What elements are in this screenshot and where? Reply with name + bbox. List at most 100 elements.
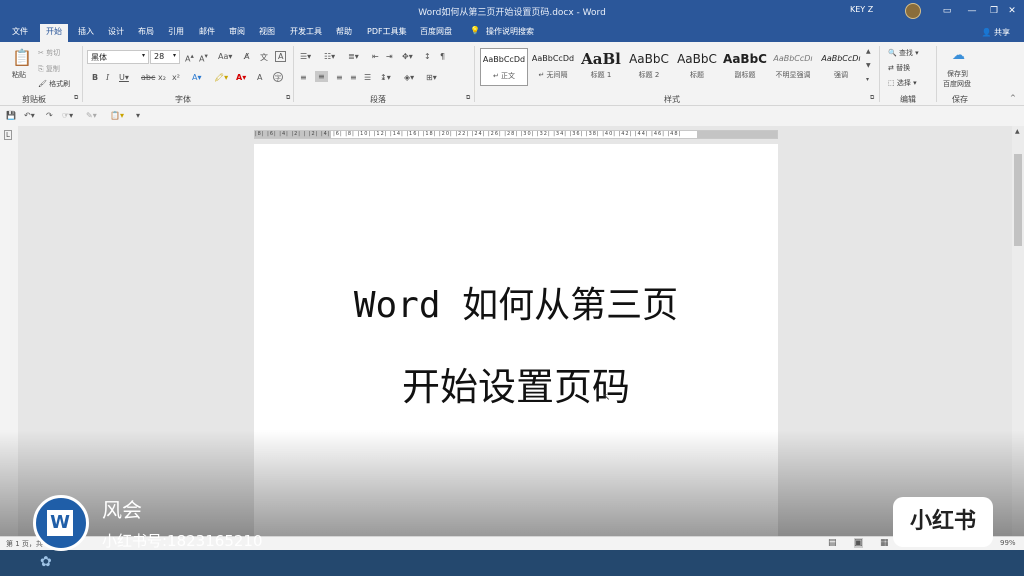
phonetic-guide-icon[interactable]: 文: [260, 52, 268, 63]
font-name-select[interactable]: 黑体 ▾: [87, 50, 149, 64]
tab-review[interactable]: 审阅: [229, 26, 245, 37]
tell-me-search[interactable]: 操作说明搜索: [486, 26, 534, 37]
print-layout-icon[interactable]: ▣: [854, 538, 863, 548]
line-spacing-icon[interactable]: ↨▾: [380, 73, 391, 82]
style-subtitle[interactable]: AaBbC 副标题: [721, 48, 769, 86]
scroll-up-icon[interactable]: ▲: [1015, 128, 1020, 135]
tab-file[interactable]: 文件: [12, 26, 28, 37]
taskbar-app-icon[interactable]: ✿: [40, 554, 52, 570]
styles-more-icon[interactable]: ▾: [866, 76, 869, 83]
grow-font-icon[interactable]: A▴: [185, 52, 194, 64]
tab-home[interactable]: 开始: [40, 24, 68, 42]
paste-icon[interactable]: 📋: [12, 48, 32, 67]
chinese-layout-icon[interactable]: ✥▾: [402, 52, 413, 61]
sort-icon[interactable]: ↕: [424, 52, 431, 61]
tab-pdf-tools[interactable]: PDF工具集: [367, 26, 407, 37]
cut-button[interactable]: ✂ 剪切: [38, 48, 60, 58]
style-subtle-emphasis[interactable]: AaBbCcDı 不明显强调: [769, 48, 817, 86]
tab-baidu-netdisk[interactable]: 百度网盘: [420, 26, 452, 37]
touch-mode-icon[interactable]: ☞▾: [62, 111, 73, 120]
align-left-icon[interactable]: ≡: [300, 73, 307, 82]
customize-qat-icon[interactable]: ▾: [136, 111, 140, 120]
increase-indent-icon[interactable]: ⇥: [386, 52, 393, 61]
cloud-save-icon[interactable]: ☁: [952, 48, 965, 63]
character-border-icon[interactable]: A: [275, 51, 287, 62]
dialog-launcher-icon[interactable]: ⧉: [286, 94, 290, 102]
show-marks-icon[interactable]: ¶: [440, 52, 445, 61]
tab-design[interactable]: 设计: [108, 26, 124, 37]
user-avatar[interactable]: [905, 3, 921, 19]
redo-icon[interactable]: ↷: [46, 111, 53, 120]
style-heading-2[interactable]: AaBbC 标题 2: [625, 48, 673, 86]
shading-icon[interactable]: ◈▾: [404, 73, 414, 82]
underline-icon[interactable]: U▾: [119, 73, 129, 82]
shrink-font-icon[interactable]: A▾: [199, 52, 208, 64]
italic-icon[interactable]: I: [106, 73, 109, 82]
subscript-icon[interactable]: x₂: [158, 73, 166, 82]
tab-layout[interactable]: 布局: [138, 26, 154, 37]
document-title-line2[interactable]: 开始设置页码: [254, 356, 778, 411]
change-case-icon[interactable]: Aa▾: [218, 52, 232, 61]
user-name[interactable]: KEY Z: [850, 5, 873, 14]
superscript-icon[interactable]: x²: [172, 73, 180, 82]
character-shading-icon[interactable]: A: [257, 73, 262, 82]
tab-developer[interactable]: 开发工具: [290, 26, 322, 37]
horizontal-ruler[interactable]: |8| |6| |4| |2| | |2| |4| |6| |8| |10| |…: [254, 130, 778, 139]
tab-selector-icon[interactable]: L: [4, 130, 12, 140]
select-button[interactable]: ⬚ 选择 ▾: [888, 78, 917, 88]
dialog-launcher-icon[interactable]: ⧉: [870, 94, 874, 102]
read-mode-icon[interactable]: ▤: [828, 538, 837, 548]
decrease-indent-icon[interactable]: ⇤: [372, 52, 379, 61]
clear-formatting-icon[interactable]: A̸: [244, 52, 249, 61]
style-normal[interactable]: AaBbCcDd ↵ 正文: [480, 48, 528, 86]
distributed-icon[interactable]: ☰: [364, 73, 371, 82]
align-center-icon[interactable]: ≡: [315, 71, 328, 82]
tab-insert[interactable]: 插入: [78, 26, 94, 37]
justify-icon[interactable]: ≡: [350, 73, 357, 82]
strikethrough-icon[interactable]: abc: [141, 73, 155, 82]
replace-button[interactable]: ⇄ 替换: [888, 63, 910, 73]
bold-icon[interactable]: B: [92, 73, 98, 82]
dialog-launcher-icon[interactable]: ⧉: [74, 94, 78, 102]
tab-mailings[interactable]: 邮件: [199, 26, 215, 37]
style-no-spacing[interactable]: AaBbCcDd ↵ 无间隔: [529, 48, 577, 86]
font-color-icon[interactable]: A▾: [236, 73, 246, 82]
bullets-icon[interactable]: ☰▾: [300, 52, 311, 61]
find-button[interactable]: 🔍 查找 ▾: [888, 48, 919, 58]
undo-icon[interactable]: ↶▾: [24, 111, 35, 120]
font-size-select[interactable]: 28 ▾: [150, 50, 180, 64]
zoom-level[interactable]: 99%: [1000, 539, 1016, 547]
web-layout-icon[interactable]: ▦: [880, 538, 889, 548]
align-right-icon[interactable]: ≡: [336, 73, 343, 82]
share-button[interactable]: 👤 共享: [981, 27, 1010, 38]
borders-icon[interactable]: ⊞▾: [426, 73, 437, 82]
copy-button[interactable]: ⎘ 复制: [38, 64, 60, 74]
styles-scroll-up-icon[interactable]: ▲: [866, 48, 871, 55]
document-title-line1[interactable]: Word 如何从第三页: [254, 276, 778, 328]
format-painter-button[interactable]: 🖌 格式刷: [38, 79, 70, 89]
save-icon[interactable]: 💾: [6, 111, 16, 120]
highlight-icon[interactable]: 🖍▾: [214, 73, 228, 82]
tab-references[interactable]: 引用: [168, 26, 184, 37]
dialog-launcher-icon[interactable]: ⧉: [466, 94, 470, 102]
numbering-icon[interactable]: ☷▾: [324, 52, 335, 61]
styles-scroll-down-icon[interactable]: ▼: [866, 62, 871, 69]
text-effects-icon[interactable]: A▾: [192, 73, 202, 82]
collapse-ribbon-icon[interactable]: ^: [1010, 94, 1016, 102]
draw-icon[interactable]: ✎▾: [86, 111, 97, 120]
style-heading-1[interactable]: AaBl 标题 1: [577, 48, 625, 86]
clipboard-icon[interactable]: 📋▾: [110, 111, 124, 120]
style-emphasis[interactable]: AaBbCcDı 强调: [817, 48, 865, 86]
baidu-netdisk-label[interactable]: 百度网盘: [943, 79, 971, 89]
scrollbar-thumb[interactable]: [1014, 154, 1022, 246]
paste-button[interactable]: 粘贴: [12, 70, 26, 80]
ribbon-display-icon[interactable]: ▭: [935, 3, 959, 19]
tab-help[interactable]: 帮助: [336, 26, 352, 37]
tab-view[interactable]: 视图: [259, 26, 275, 37]
page-count-status[interactable]: 第 1 页，共: [6, 539, 43, 549]
save-to-label[interactable]: 保存到: [947, 69, 968, 79]
style-title[interactable]: AaBbC 标题: [673, 48, 721, 86]
enclose-characters-icon[interactable]: 字: [273, 72, 283, 82]
multilevel-list-icon[interactable]: ≣▾: [348, 52, 359, 61]
minimize-button[interactable]: —: [960, 3, 984, 19]
